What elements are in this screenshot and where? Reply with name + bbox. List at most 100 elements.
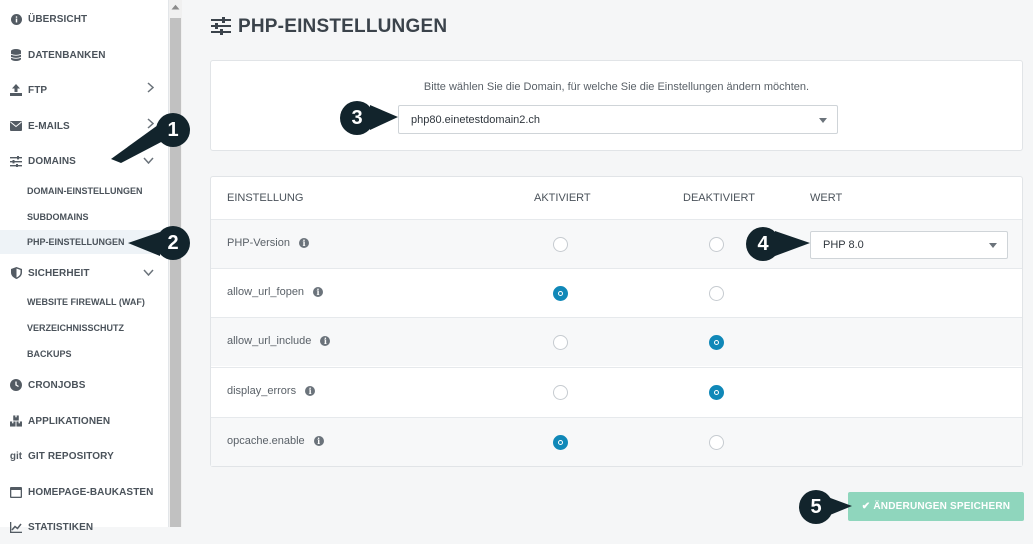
page-title: PHP-EINSTELLUNGEN <box>238 16 448 37</box>
setting-label: PHP-Version <box>227 237 290 249</box>
table-row: allow_url_fopen i <box>211 268 1022 317</box>
sliders-icon <box>10 155 22 167</box>
sidebar-item-emails[interactable]: E-MAILS <box>0 109 168 143</box>
radio-aktiviert[interactable] <box>553 385 568 400</box>
php-settings-table: EINSTELLUNG AKTIVIERT DEAKTIVIERT WERT P… <box>210 176 1023 467</box>
radio-aktiviert[interactable] <box>553 237 568 252</box>
sidebar-item-label: SICHERHEIT <box>28 267 90 279</box>
setting-label: opcache.enable <box>227 435 305 447</box>
sidebar-sub-backups[interactable]: BACKUPS <box>0 342 168 366</box>
sidebar-item-label: FTP <box>28 84 48 96</box>
table-row: allow_url_include i <box>211 317 1022 366</box>
sidebar-item-label: E-MAILS <box>28 120 70 132</box>
page-header: PHP-EINSTELLUNGEN <box>211 16 447 38</box>
header-deaktiviert: DEAKTIVIERT <box>683 192 755 204</box>
clock-icon <box>10 379 22 391</box>
sliders-icon <box>211 17 231 37</box>
database-icon <box>10 49 22 61</box>
sidebar-item-ftp[interactable]: FTP <box>0 73 168 107</box>
info-icon[interactable]: i <box>313 436 324 446</box>
check-icon: ✔ <box>861 501 871 512</box>
setting-name: allow_url_include i <box>227 335 331 347</box>
domain-prompt-text: Bitte wählen Sie die Domain, für welche … <box>423 81 810 93</box>
sidebar-sub-php-einstellungen[interactable]: PHP-EINSTELLUNGEN <box>0 230 168 254</box>
sidebar-item-statistiken[interactable]: STATISTIKEN <box>0 510 168 544</box>
sidebar-item-label: ÜBERSICHT <box>28 13 88 25</box>
shield-icon <box>10 267 22 279</box>
php-version-select[interactable]: PHP 8.0 <box>810 231 1008 259</box>
header-einstellung: EINSTELLUNG <box>227 192 304 204</box>
setting-name: opcache.enable i <box>227 435 324 447</box>
chart-icon <box>10 521 22 533</box>
envelope-icon <box>10 120 22 132</box>
callout-2: 2 <box>156 226 190 260</box>
sidebar-item-git-repository[interactable]: git GIT REPOSITORY <box>0 439 168 473</box>
setting-name: PHP-Version i <box>227 237 309 249</box>
sidebar-item-label: GIT REPOSITORY <box>28 450 114 462</box>
table-row: display_errors i <box>211 367 1022 416</box>
sidebar-item-uebersicht[interactable]: ÜBERSICHT <box>0 2 168 36</box>
header-aktiviert: AKTIVIERT <box>534 192 591 204</box>
save-changes-button[interactable]: ✔ ÄNDERUNGEN SPEICHERN <box>848 492 1024 521</box>
sidebar-item-label: STATISTIKEN <box>28 521 94 533</box>
sidebar-item-cronjobs[interactable]: CRONJOBS <box>0 368 168 402</box>
git-icon: git <box>9 450 23 462</box>
main-content: PHP-EINSTELLUNGEN Bitte wählen Sie die D… <box>183 0 1033 527</box>
table-row: opcache.enable i <box>211 417 1022 466</box>
callout-1: 1 <box>156 113 190 147</box>
radio-aktiviert[interactable] <box>553 335 568 350</box>
callout-3: 3 <box>340 101 374 135</box>
chevron-down-icon <box>143 265 154 279</box>
boxes-icon <box>10 415 22 427</box>
sidebar-sub-subdomains[interactable]: SUBDOMAINS <box>0 205 168 229</box>
sidebar-item-homepage-baukasten[interactable]: HOMEPAGE-BAUKASTEN <box>0 475 168 509</box>
php-version-value: PHP 8.0 <box>823 239 864 251</box>
info-icon[interactable]: i <box>298 238 309 248</box>
domain-select-card: Bitte wählen Sie die Domain, für welche … <box>210 60 1023 151</box>
radio-aktiviert[interactable] <box>553 435 568 450</box>
radio-deaktiviert[interactable] <box>709 435 724 450</box>
sidebar-sub-verzeichnisschutz[interactable]: VERZEICHNISSCHUTZ <box>0 316 168 340</box>
scrollbar-thumb[interactable] <box>170 18 181 527</box>
radio-deaktiviert[interactable] <box>709 335 724 350</box>
sidebar-item-label: CRONJOBS <box>28 379 86 391</box>
scroll-up-arrow-icon[interactable] <box>170 3 181 15</box>
upload-icon <box>10 84 22 96</box>
info-icon[interactable]: i <box>305 386 316 396</box>
radio-deaktiviert[interactable] <box>709 237 724 252</box>
setting-label: allow_url_include <box>227 335 312 347</box>
sidebar-item-sicherheit[interactable]: SICHERHEIT <box>0 256 168 290</box>
radio-deaktiviert[interactable] <box>709 385 724 400</box>
chevron-down-icon <box>143 153 154 167</box>
sidebar-item-domains[interactable]: DOMAINS <box>0 144 168 178</box>
radio-deaktiviert[interactable] <box>709 286 724 301</box>
sidebar-item-label: DATENBANKEN <box>28 49 106 61</box>
save-button-label: ÄNDERUNGEN SPEICHERN <box>873 501 1011 512</box>
sidebar-item-applikationen[interactable]: APPLIKATIONEN <box>0 404 168 438</box>
info-icon[interactable]: i <box>320 336 331 346</box>
callout-5: 5 <box>799 490 833 524</box>
window-icon <box>10 486 22 498</box>
callout-4: 4 <box>746 227 780 261</box>
setting-label: allow_url_fopen <box>227 286 305 298</box>
sidebar-item-label: DOMAINS <box>28 155 76 167</box>
setting-name: allow_url_fopen i <box>227 286 324 298</box>
sidebar-sub-website-firewall[interactable]: WEBSITE FIREWALL (WAF) <box>0 290 168 314</box>
dropdown-caret-icon <box>819 117 827 123</box>
header-wert: WERT <box>810 192 843 204</box>
sidebar-item-datenbanken[interactable]: DATENBANKEN <box>0 38 168 72</box>
table-row: PHP-Version i PHP 8.0 <box>211 219 1022 268</box>
info-icon[interactable]: i <box>313 287 324 297</box>
sidebar-sub-domain-einstellungen[interactable]: DOMAIN-EINSTELLUNGEN <box>0 179 168 203</box>
sidebar: ÜBERSICHT DATENBANKEN FTP E-MAILS DOMAIN… <box>0 0 169 533</box>
domain-select[interactable]: php80.einetestdomain2.ch <box>398 105 838 134</box>
sidebar-item-label: APPLIKATIONEN <box>28 415 111 427</box>
radio-aktiviert[interactable] <box>553 286 568 301</box>
setting-label: display_errors <box>227 385 297 397</box>
dropdown-caret-icon <box>989 243 997 248</box>
domain-select-value: php80.einetestdomain2.ch <box>411 113 541 126</box>
chevron-right-icon <box>147 118 155 132</box>
setting-name: display_errors i <box>227 385 316 397</box>
chevron-right-icon <box>147 82 155 96</box>
info-icon <box>10 13 22 25</box>
